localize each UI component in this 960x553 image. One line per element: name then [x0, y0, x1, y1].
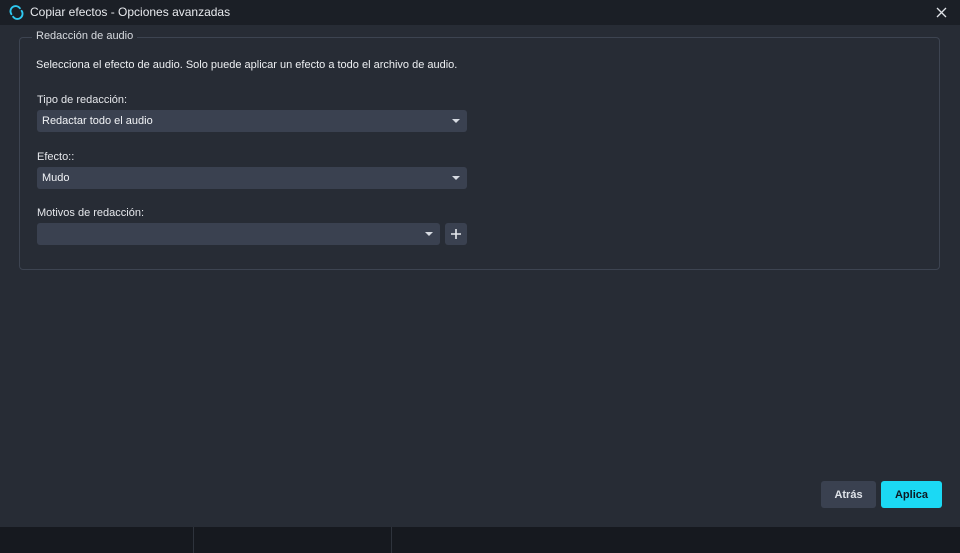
swap-cycle-icon — [9, 5, 24, 20]
add-reason-button[interactable] — [445, 223, 467, 245]
window-title: Copiar efectos - Opciones avanzadas — [30, 5, 231, 19]
redaction-type-value: Redactar todo el audio — [42, 115, 153, 127]
group-legend: Redacción de audio — [32, 30, 138, 42]
back-button[interactable]: Atrás — [821, 481, 876, 508]
chevron-down-icon — [452, 119, 460, 123]
dialog-body: Redacción de audio Selecciona el efecto … — [0, 25, 960, 527]
apply-button[interactable]: Aplica — [881, 481, 942, 508]
redaction-type-label: Tipo de redacción: — [37, 94, 128, 106]
strip-divider — [391, 527, 392, 553]
background-window-strip — [0, 527, 960, 553]
audio-effect-hint: Selecciona el efecto de audio. Solo pued… — [36, 59, 458, 71]
redaction-type-select[interactable]: Redactar todo el audio — [37, 110, 467, 132]
effect-select[interactable]: Mudo — [37, 167, 467, 189]
close-icon — [936, 7, 946, 17]
strip-divider — [193, 527, 194, 553]
audio-redaction-group: Redacción de audio Selecciona el efecto … — [19, 30, 940, 270]
redaction-reasons-select[interactable] — [37, 223, 440, 245]
title-bar: Copiar efectos - Opciones avanzadas — [0, 0, 960, 25]
chevron-down-icon — [452, 176, 460, 180]
effect-label: Efecto:: — [37, 151, 75, 163]
redaction-reasons-label: Motivos de redacción: — [37, 207, 144, 219]
plus-icon — [451, 229, 461, 239]
close-button[interactable] — [932, 3, 950, 21]
chevron-down-icon — [425, 232, 433, 236]
effect-value: Mudo — [42, 172, 70, 184]
